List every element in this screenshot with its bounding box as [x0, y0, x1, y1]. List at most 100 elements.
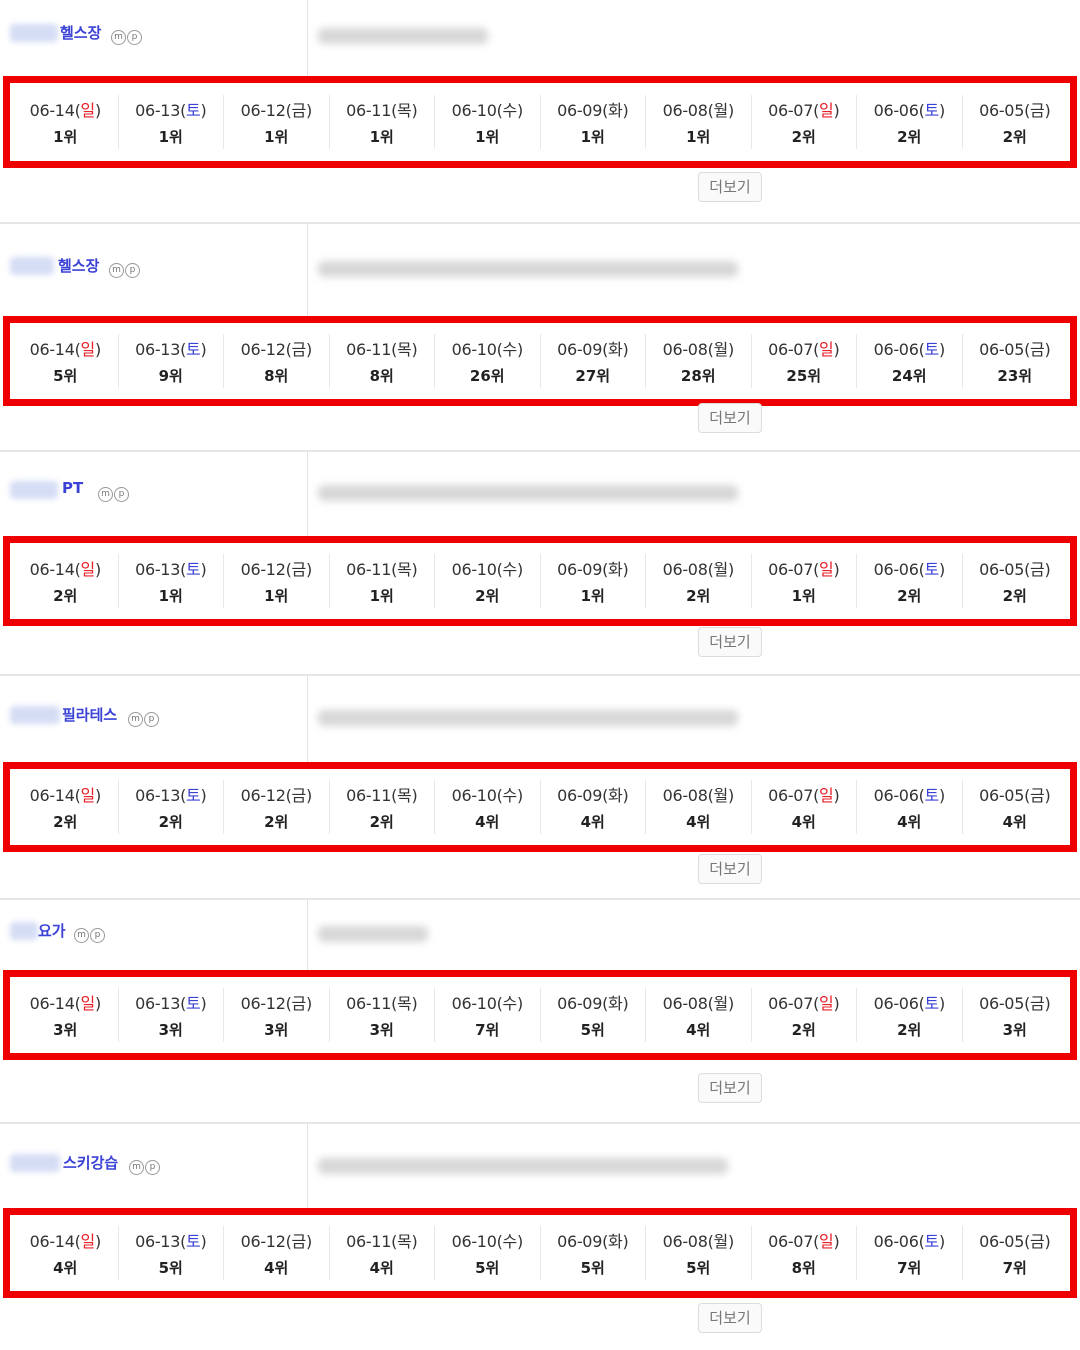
- rank-value: 1위: [264, 587, 289, 605]
- rank-cell: 06-06(토) 2위: [856, 988, 962, 1042]
- rank-date: 06-08(월): [662, 994, 735, 1013]
- rank-cell: 06-11(목) 1위: [328, 95, 435, 149]
- day-of-week: 금: [1030, 101, 1045, 120]
- keyword-label[interactable]: 헬스장: [58, 255, 99, 276]
- date-text: 06-06: [873, 340, 919, 359]
- rank-cell: 06-07(일) 25위: [750, 334, 857, 388]
- date-text: 06-14: [29, 1232, 75, 1251]
- mobile-badge-icon: m: [129, 1160, 144, 1175]
- rank-date: 06-10(수): [451, 994, 524, 1013]
- rank-value: 8위: [791, 1259, 816, 1277]
- mobile-badge-icon: m: [128, 712, 143, 727]
- day-of-week: 일: [819, 101, 834, 120]
- rank-date: 06-06(토): [873, 101, 946, 120]
- date-text: 06-12: [240, 101, 286, 120]
- rank-date: 06-12(금): [240, 340, 313, 359]
- rank-date: 06-13(토): [135, 994, 207, 1013]
- redacted-place-url: [318, 485, 738, 501]
- date-text: 06-08: [662, 786, 708, 805]
- rank-value: 7위: [1002, 1259, 1027, 1277]
- more-button[interactable]: 더보기: [698, 172, 762, 202]
- rank-cell: 06-09(화) 5위: [539, 988, 646, 1042]
- rank-value: 7위: [475, 1021, 500, 1039]
- rank-date: 06-06(토): [873, 340, 946, 359]
- rank-cell: 06-14(일) 3위: [13, 988, 118, 1042]
- rank-date: 06-05(금): [979, 994, 1051, 1013]
- day-of-week: 토: [924, 340, 940, 359]
- rank-value: 4위: [264, 1259, 289, 1277]
- rank-date: 06-07(일): [768, 340, 840, 359]
- rank-value: 1위: [686, 128, 711, 146]
- rank-value: 4위: [686, 813, 711, 831]
- day-of-week: 화: [608, 101, 623, 120]
- date-text: 06-06: [873, 101, 919, 120]
- keyword-label[interactable]: 요가: [38, 920, 66, 941]
- daily-rank-row: 06-14(일) 2위 06-13(토) 2위 06-12(금) 2위 06-11(목) 2위…: [3, 762, 1077, 852]
- rank-value: 4위: [686, 1021, 711, 1039]
- keyword-label[interactable]: 스키강습: [63, 1152, 118, 1173]
- mobile-pc-badges: mp: [98, 487, 129, 502]
- rank-value: 25위: [786, 367, 822, 385]
- keyword-label[interactable]: PT: [62, 479, 83, 497]
- day-of-week: 일: [80, 1232, 96, 1251]
- more-button[interactable]: 더보기: [698, 1073, 762, 1103]
- rank-value: 8위: [369, 367, 394, 385]
- date-text: 06-11: [346, 1232, 392, 1251]
- rank-value: 2위: [897, 1021, 922, 1039]
- day-of-week: 목: [397, 101, 412, 120]
- date-text: 06-14: [29, 340, 75, 359]
- redacted-place-name: [10, 481, 58, 499]
- rank-cell: 06-10(수) 26위: [434, 334, 540, 388]
- rank-value: 3위: [1002, 1021, 1027, 1039]
- date-text: 06-11: [346, 340, 392, 359]
- date-text: 06-07: [768, 994, 814, 1013]
- keyword-label[interactable]: 헬스장: [60, 22, 101, 43]
- keyword-cell: 헬스장 m p: [0, 0, 308, 76]
- more-button[interactable]: 더보기: [698, 1303, 762, 1333]
- rank-value: 5위: [158, 1259, 183, 1277]
- date-text: 06-05: [979, 786, 1025, 805]
- keyword-header: 헬스장 m p: [0, 222, 1080, 316]
- rank-date: 06-08(월): [662, 560, 735, 579]
- keyword-label[interactable]: 필라테스: [62, 704, 117, 725]
- rank-cell: 06-08(월) 2위: [645, 554, 751, 608]
- more-button[interactable]: 더보기: [698, 627, 762, 657]
- rank-value: 23위: [997, 367, 1033, 385]
- rank-date: 06-07(일): [768, 101, 840, 120]
- rank-cell: 06-11(목) 4위: [328, 1226, 435, 1280]
- date-text: 06-05: [979, 340, 1025, 359]
- date-text: 06-09: [557, 786, 603, 805]
- rank-cell: 06-09(화) 5위: [539, 1226, 646, 1280]
- day-of-week: 수: [502, 1232, 518, 1251]
- rank-cell: 06-13(토) 3위: [117, 988, 224, 1042]
- date-text: 06-11: [346, 101, 392, 120]
- day-of-week: 토: [186, 101, 201, 120]
- pc-badge-icon: p: [90, 928, 105, 943]
- day-of-week: 토: [924, 786, 940, 805]
- rank-value: 1위: [264, 128, 289, 146]
- keyword-header: 요가 m p: [0, 898, 1080, 970]
- day-of-week: 화: [608, 1232, 623, 1251]
- day-of-week: 화: [608, 340, 623, 359]
- rank-date: 06-12(금): [240, 786, 313, 805]
- redacted-place-name: [10, 1154, 60, 1172]
- rank-cell: 06-14(일) 5위: [13, 334, 118, 388]
- rank-cell: 06-09(화) 1위: [539, 554, 646, 608]
- more-button[interactable]: 더보기: [698, 854, 762, 884]
- day-of-week: 목: [397, 560, 412, 579]
- date-text: 06-13: [135, 1232, 181, 1251]
- rank-date: 06-05(금): [979, 101, 1051, 120]
- day-of-week: 금: [291, 994, 307, 1013]
- rank-cell: 06-05(금) 7위: [961, 1226, 1068, 1280]
- rank-date: 06-05(금): [979, 340, 1051, 359]
- day-of-week: 토: [924, 101, 940, 120]
- more-button[interactable]: 더보기: [698, 403, 762, 433]
- rank-cell: 06-11(목) 1위: [328, 554, 435, 608]
- mobile-badge-icon: m: [109, 263, 124, 278]
- rank-cell: 06-06(토) 4위: [856, 780, 962, 834]
- day-of-week: 금: [1030, 560, 1045, 579]
- date-text: 06-14: [29, 786, 75, 805]
- rank-cell: 06-10(수) 7위: [434, 988, 540, 1042]
- day-of-week: 월: [713, 340, 729, 359]
- day-of-week: 월: [713, 560, 729, 579]
